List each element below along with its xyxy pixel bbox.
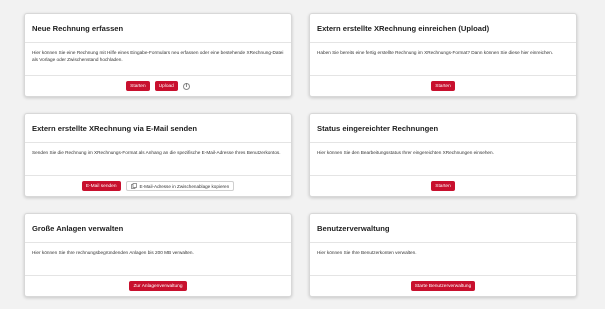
card-actions: E-Mail senden E-Mail-Adresse in Zwischen… (25, 175, 291, 196)
card-title: Status eingereichter Rechnungen (310, 114, 576, 143)
card-description: Haben Sie bereits eine fertig erstellte … (317, 50, 554, 55)
card-actions: Starten Upload i (25, 75, 291, 96)
attachments-button[interactable]: Zur Anlagenverwaltung (129, 281, 187, 291)
copy-email-label: E-Mail-Adresse in Zwischenablage kopiere… (139, 183, 230, 189)
card-actions: Starten (310, 75, 576, 96)
card-upload-xrechnung: Extern erstellte XRechnung einreichen (U… (309, 13, 577, 97)
start-button[interactable]: Starten (126, 81, 150, 91)
card-invoice-status: Status eingereichter Rechnungen Hier kön… (309, 113, 577, 197)
card-actions: Starte Benutzerverwaltung (310, 275, 576, 296)
copy-icon (130, 183, 137, 189)
card-user-management: Benutzerverwaltung Hier können Sie Ihre … (309, 213, 577, 297)
dashboard-grid: Neue Rechnung erfassen Hier können Sie e… (0, 0, 605, 309)
card-title: Extern erstellte XRechnung via E-Mail se… (25, 114, 291, 143)
card-title: Benutzerverwaltung (310, 214, 576, 243)
user-management-button[interactable]: Starte Benutzerverwaltung (410, 281, 476, 291)
info-icon[interactable]: i (182, 82, 190, 90)
card-email-xrechnung: Extern erstellte XRechnung via E-Mail se… (24, 113, 292, 197)
card-description: Hier können Sie eine Rechnung mit Hilfe … (32, 50, 284, 62)
card-description: Hier können Sie Ihre rechnungsbegründend… (32, 250, 194, 255)
card-description: Hier können Sie Ihre Benutzerkonten verw… (317, 250, 417, 255)
start-button[interactable]: Starten (431, 181, 455, 191)
card-large-attachments: Große Anlagen verwalten Hier können Sie … (24, 213, 292, 297)
card-description: Senden Sie die Rechnung im XRechnungs-Fo… (32, 150, 281, 155)
start-button[interactable]: Starten (431, 81, 455, 91)
card-title: Große Anlagen verwalten (25, 214, 291, 243)
card-actions: Starten (310, 175, 576, 196)
card-actions: Zur Anlagenverwaltung (25, 275, 291, 296)
card-new-invoice: Neue Rechnung erfassen Hier können Sie e… (24, 13, 292, 97)
card-description: Hier können Sie den Bearbeitungsstatus I… (317, 150, 494, 155)
card-title: Neue Rechnung erfassen (25, 14, 291, 43)
upload-button[interactable]: Upload (154, 81, 178, 91)
send-email-button[interactable]: E-Mail senden (81, 181, 121, 191)
card-title: Extern erstellte XRechnung einreichen (U… (310, 14, 576, 43)
copy-email-button[interactable]: E-Mail-Adresse in Zwischenablage kopiere… (125, 181, 235, 191)
